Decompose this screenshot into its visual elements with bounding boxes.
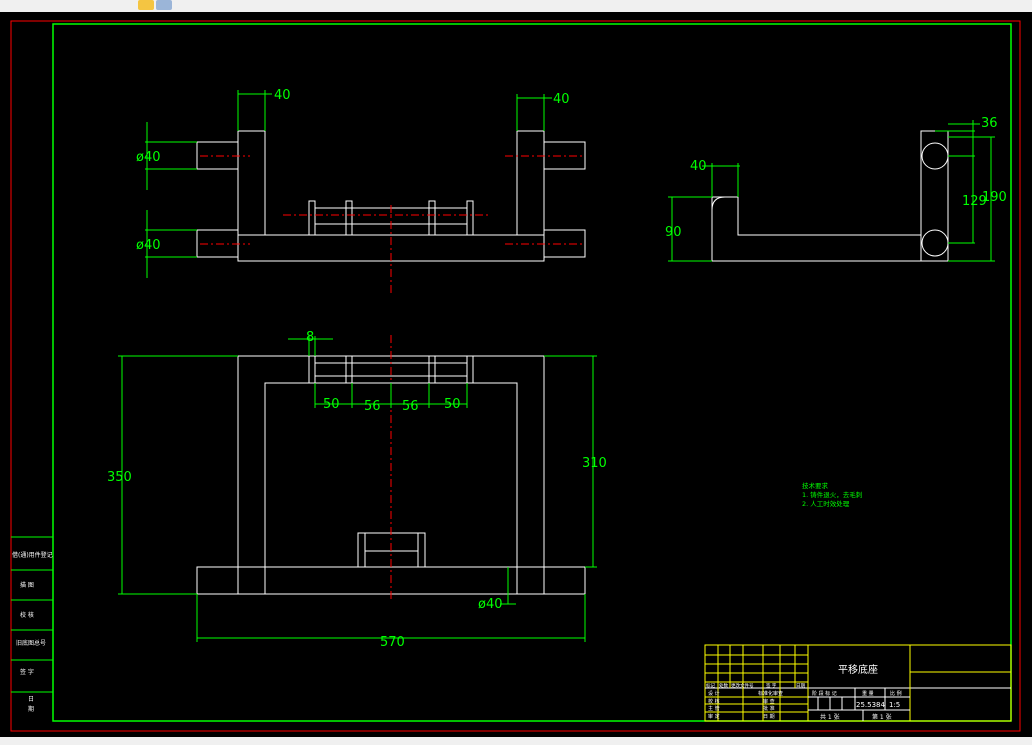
dim-top-right-40: 40 [553, 92, 570, 107]
drawing-title: 平移底座 [838, 663, 878, 676]
tb-r3-c1: 校 核 [708, 698, 720, 705]
dim-side-90: 90 [665, 225, 682, 240]
notes-line2: 2. 人工时效处理 [802, 499, 850, 508]
tb-r1-c3: 更改文件号 [731, 682, 754, 689]
tb-r4-c1: 主 管 [708, 705, 720, 712]
title-block-grid [704, 644, 1012, 722]
strip-cell-6: 日 [28, 696, 34, 703]
tb-r2-c3: 标准化审查 [758, 690, 783, 697]
tb-r1-c4: 签 字 [766, 682, 777, 689]
dim-front-56-right: 56 [402, 399, 419, 414]
dim-front-570: 570 [380, 635, 405, 650]
tb-r5-c1: 审 定 [708, 713, 720, 720]
strip-cell-4: 旧底图总号 [16, 639, 46, 647]
top-view-centerlines [200, 155, 585, 295]
dim-top-left-40: 40 [274, 88, 291, 103]
dim-front-phi40: ø40 [478, 597, 503, 612]
strip-cell-7: 期 [28, 705, 34, 713]
outer-sheet-border [10, 20, 1021, 732]
tb-sheet-total: 共 1 张 [820, 713, 840, 721]
tb-r2-c1: 设 计 [708, 690, 720, 697]
strip-cell-1: 借(通)用件登记 [12, 551, 53, 559]
dim-side-40: 40 [690, 159, 707, 174]
tb-r4-c3: 批 准 [763, 705, 775, 712]
lock-icon[interactable] [138, 0, 154, 10]
window-bottom-strip [0, 737, 1032, 745]
tb-sheet-no: 第 1 张 [872, 713, 892, 721]
left-strip [11, 536, 53, 693]
side-view [711, 130, 949, 262]
dim-side-36: 36 [981, 116, 998, 131]
tb-header-weight: 重 量 [862, 690, 874, 697]
dim-phi40-upper: ø40 [136, 150, 161, 165]
dim-side-190: 190 [982, 190, 1007, 205]
tb-r5-c3: 日 期 [763, 714, 775, 720]
strip-cell-5: 签 字 [20, 668, 34, 676]
tb-r3-c3: 审 查 [763, 698, 775, 705]
tb-r1-c5: 日期 [796, 683, 805, 689]
top-view-dims [145, 90, 552, 278]
dim-phi40-lower: ø40 [136, 238, 161, 253]
notes-heading: 技术要求 [802, 481, 829, 490]
tb-header-stage: 阶 段 标 记 [812, 690, 837, 697]
dim-front-8: 8 [306, 330, 314, 345]
strip-cell-2: 描 图 [20, 581, 34, 589]
dim-front-50-left: 50 [323, 397, 340, 412]
cad-drawing-canvas[interactable]: 40 40 ø40 ø40 8 50 56 56 50 350 310 ø40 … [0, 12, 1032, 737]
notes-line1: 1. 铸件退火，去毛刺 [802, 490, 862, 499]
tb-scale-value: 1:5 [889, 701, 900, 709]
side-view-dims [668, 120, 995, 262]
tb-header-scale: 比 例 [890, 690, 902, 697]
tb-r1-c1: 标记 [706, 682, 715, 689]
strip-cell-3: 校 核 [20, 611, 34, 619]
front-view-dims [118, 336, 597, 642]
tb-weight-value: 25.5384 [856, 701, 885, 709]
tb-r1-c2: 处数 [719, 682, 728, 689]
dim-front-50-right: 50 [444, 397, 461, 412]
drawing-svg: 40 40 ø40 ø40 8 50 56 56 50 350 310 ø40 … [10, 20, 1021, 732]
dim-front-350: 350 [107, 470, 132, 485]
layer-icon[interactable] [156, 0, 172, 10]
dim-front-56-left: 56 [364, 399, 381, 414]
dim-front-310: 310 [582, 456, 607, 471]
